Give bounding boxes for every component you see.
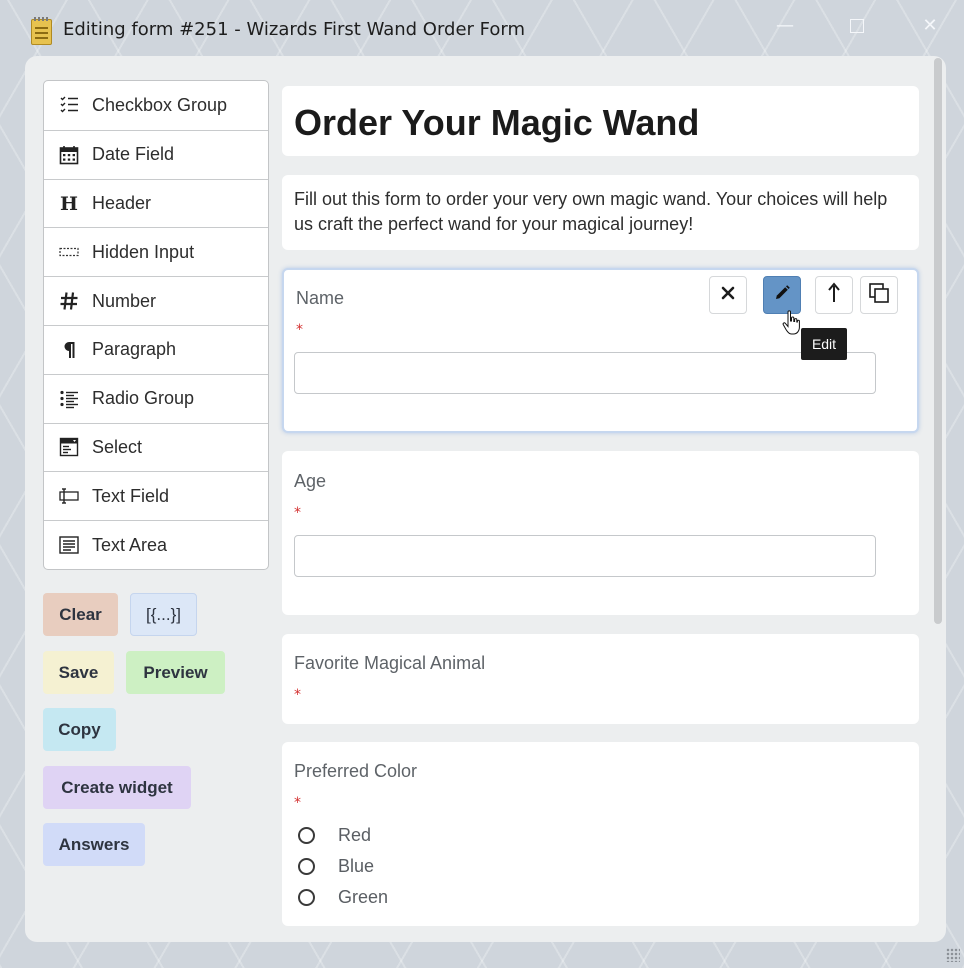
control-number[interactable]: Number bbox=[44, 276, 268, 325]
radio-label: Blue bbox=[338, 855, 375, 876]
name-input[interactable] bbox=[294, 352, 876, 394]
header-icon: H bbox=[59, 193, 79, 213]
view-json-button[interactable]: [{...}] bbox=[130, 593, 197, 636]
svg-text:H: H bbox=[60, 193, 78, 213]
calendar-icon bbox=[59, 145, 79, 165]
radio-label: Red bbox=[338, 824, 372, 845]
move-up-field-button[interactable] bbox=[815, 276, 853, 314]
window-title: Editing form #251 - Wizards First Wand O… bbox=[63, 19, 526, 40]
radio-button[interactable] bbox=[298, 888, 315, 906]
delete-field-button[interactable] bbox=[709, 276, 747, 314]
hand-cursor-icon bbox=[782, 310, 800, 340]
close-icon bbox=[720, 285, 736, 305]
radio-button[interactable] bbox=[298, 857, 315, 875]
form-heading: Order Your Magic Wand bbox=[294, 102, 700, 143]
field-label: Age bbox=[294, 471, 327, 491]
form-description: Fill out this form to order your very ow… bbox=[294, 189, 888, 234]
scrollbar[interactable] bbox=[932, 58, 944, 938]
copy-icon bbox=[868, 282, 890, 308]
save-button[interactable]: Save bbox=[43, 651, 114, 694]
control-paragraph[interactable]: Paragraph bbox=[44, 324, 268, 374]
control-list: Checkbox Group Date Field H Header Hidde… bbox=[43, 80, 269, 570]
title-bar: Editing form #251 - Wizards First Wand O… bbox=[0, 0, 964, 58]
clear-button[interactable]: Clear bbox=[43, 593, 118, 636]
select-icon bbox=[59, 437, 79, 457]
control-label: Header bbox=[92, 192, 152, 213]
radio-option[interactable]: Blue bbox=[298, 854, 374, 878]
text-field-icon bbox=[59, 486, 79, 506]
preview-button[interactable]: Preview bbox=[126, 651, 225, 694]
checkbox-group-icon bbox=[59, 95, 79, 115]
resize-grip[interactable] bbox=[946, 948, 960, 962]
number-icon bbox=[59, 291, 79, 311]
control-label: Hidden Input bbox=[92, 241, 195, 262]
copy-button[interactable]: Copy bbox=[43, 708, 116, 751]
text-area-icon bbox=[59, 535, 79, 555]
control-text-field[interactable]: Text Field bbox=[44, 471, 268, 520]
arrow-up-icon bbox=[826, 282, 842, 308]
form-description-card[interactable]: Fill out this form to order your very ow… bbox=[282, 175, 919, 250]
minimize-button[interactable]: — bbox=[773, 14, 797, 38]
required-asterisk: * bbox=[294, 795, 301, 811]
edit-tooltip: Edit bbox=[801, 328, 847, 360]
radio-label: Green bbox=[338, 886, 389, 907]
field-age-card[interactable]: Age * bbox=[282, 451, 919, 615]
create-widget-button[interactable]: Create widget bbox=[43, 766, 191, 809]
control-label: Number bbox=[92, 290, 157, 311]
control-label: Text Field bbox=[92, 485, 170, 506]
control-label: Select bbox=[92, 436, 143, 457]
pencil-icon bbox=[773, 284, 791, 306]
control-hidden-input[interactable]: Hidden Input bbox=[44, 227, 268, 276]
radio-option[interactable]: Red bbox=[298, 823, 371, 847]
duplicate-field-button[interactable] bbox=[860, 276, 898, 314]
field-label: Name bbox=[296, 288, 345, 308]
form-header-card[interactable]: Order Your Magic Wand bbox=[282, 86, 919, 156]
control-label: Date Field bbox=[92, 144, 175, 165]
field-color-card[interactable]: Preferred Color * Red Blue Green bbox=[282, 742, 919, 926]
field-animal-card[interactable]: Favorite Magical Animal * bbox=[282, 634, 919, 724]
required-asterisk: * bbox=[294, 505, 301, 521]
control-text-area[interactable]: Text Area bbox=[44, 520, 268, 569]
radio-group-icon bbox=[59, 389, 79, 409]
hidden-input-icon bbox=[59, 242, 79, 262]
required-asterisk: * bbox=[294, 687, 301, 703]
radio-option[interactable]: Green bbox=[298, 885, 388, 909]
control-label: Radio Group bbox=[92, 388, 195, 409]
control-select[interactable]: Select bbox=[44, 422, 268, 472]
control-date-field[interactable]: Date Field bbox=[44, 129, 268, 179]
field-label: Preferred Color bbox=[294, 761, 418, 781]
control-checkbox-group[interactable]: Checkbox Group bbox=[44, 81, 268, 130]
edit-field-button[interactable] bbox=[763, 276, 801, 314]
control-label: Checkbox Group bbox=[92, 94, 228, 115]
scrollbar-thumb[interactable] bbox=[934, 58, 942, 624]
control-header[interactable]: H Header bbox=[44, 178, 268, 228]
maximize-button[interactable] bbox=[845, 14, 869, 38]
control-radio-group[interactable]: Radio Group bbox=[44, 373, 268, 423]
field-label: Favorite Magical Animal bbox=[294, 653, 486, 673]
control-label: Text Area bbox=[92, 534, 168, 555]
required-asterisk: * bbox=[296, 322, 303, 338]
control-label: Paragraph bbox=[92, 339, 177, 360]
answers-button[interactable]: Answers bbox=[43, 823, 145, 866]
close-window-button[interactable]: ✕ bbox=[918, 14, 942, 38]
radio-button[interactable] bbox=[298, 826, 315, 844]
paragraph-icon bbox=[59, 340, 79, 360]
notepad-icon bbox=[31, 17, 52, 45]
age-input[interactable] bbox=[294, 535, 876, 577]
